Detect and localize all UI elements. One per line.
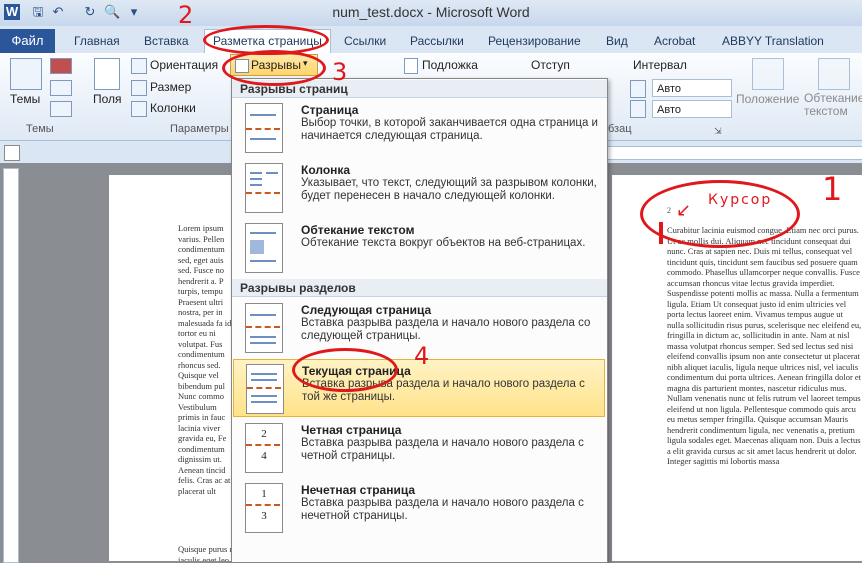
tab-insert[interactable]: Вставка: [136, 31, 197, 51]
tab-mailings[interactable]: Рассылки: [402, 31, 472, 51]
position-icon[interactable]: [752, 58, 784, 90]
menu-item-page-break[interactable]: Страница Выбор точки, в которой заканчив…: [233, 99, 605, 157]
spacing-after-input[interactable]: Авто: [652, 100, 732, 118]
columns-icon[interactable]: [131, 101, 147, 117]
watermark-button[interactable]: Подложка: [422, 58, 478, 72]
odd-page-icon: 13: [245, 483, 283, 533]
size-button[interactable]: Размер: [150, 80, 191, 94]
menu-item-title: Нечетная страница: [301, 483, 416, 497]
menu-item-column-break[interactable]: Колонка Указывает, что текст, следующий …: [233, 159, 605, 217]
page-break-icon: [245, 103, 283, 153]
wrap-text-icon[interactable]: [818, 58, 850, 90]
menu-item-desc: Вставка разрыва раздела и начало нового …: [301, 317, 591, 342]
margins-button[interactable]: Поля: [93, 92, 122, 106]
tab-references[interactable]: Ссылки: [336, 31, 394, 51]
themes-icon[interactable]: [10, 58, 42, 90]
annotation-oval-breaks: [222, 50, 326, 86]
menu-item-desc: Выбор точки, в которой заканчивается одн…: [301, 117, 598, 142]
annotation-number-4: 4: [414, 342, 430, 370]
columns-button[interactable]: Колонки: [150, 101, 196, 115]
themes-button[interactable]: Темы: [10, 92, 40, 106]
vertical-ruler[interactable]: [3, 168, 19, 563]
horizontal-ruler[interactable]: [600, 146, 862, 160]
tab-acrobat[interactable]: Acrobat: [646, 31, 703, 51]
theme-fonts-icon[interactable]: [50, 80, 72, 96]
watermark-icon[interactable]: [404, 58, 418, 74]
section-breaks-header: Разрывы разделов: [232, 279, 607, 297]
annotation-number-2: 2: [178, 1, 194, 29]
indent-label: Отступ: [531, 58, 570, 72]
spacing-before-input[interactable]: Авто: [652, 79, 732, 97]
annotation-number-3: 3: [332, 58, 348, 86]
tab-home[interactable]: Главная: [66, 31, 128, 51]
annotation-cursor-mark: [659, 222, 663, 244]
menu-item-desc: Обтекание текста вокруг объектов на веб-…: [301, 237, 586, 249]
tab-selector-icon[interactable]: [4, 145, 20, 161]
menu-item-even-page[interactable]: 24 Четная страница Вставка разрыва разде…: [233, 419, 605, 477]
orientation-icon[interactable]: [131, 58, 147, 74]
wrap-text-button[interactable]: Обтекание текстом: [804, 92, 862, 118]
page-setup-group-label: Параметры: [170, 123, 229, 135]
themes-group-label: Темы: [26, 123, 54, 135]
menu-item-title: Колонка: [301, 163, 351, 177]
dialog-launcher-icon[interactable]: ⇲: [714, 126, 722, 137]
menu-item-odd-page[interactable]: 13 Нечетная страница Вставка разрыва раз…: [233, 479, 605, 537]
menu-item-title: Страница: [301, 103, 359, 117]
menu-item-title: Следующая страница: [301, 303, 432, 317]
menu-item-desc: Вставка разрыва раздела и начало нового …: [301, 437, 584, 462]
annotation-arrow-icon: ↙: [676, 200, 692, 221]
annotation-oval-cursor: [640, 180, 800, 248]
tab-view[interactable]: Вид: [598, 31, 636, 51]
theme-effects-icon[interactable]: [50, 101, 72, 117]
tab-abbyy[interactable]: ABBYY Translation: [714, 31, 832, 51]
orientation-button[interactable]: Ориентация: [150, 58, 218, 72]
column-break-icon: [245, 163, 283, 213]
breaks-dropdown-menu: Разрывы страниц Страница Выбор точки, в …: [231, 78, 608, 563]
text-wrapping-icon: [245, 223, 283, 273]
spacing-after-icon: [630, 100, 646, 118]
menu-item-desc: Указывает, что текст, следующий за разры…: [301, 177, 597, 202]
margins-icon[interactable]: [94, 58, 120, 90]
annotation-oval-continuous: [292, 348, 398, 392]
right-page-text: Curabitur lacinia euismod congue. Etiam …: [667, 225, 862, 466]
theme-colors-icon[interactable]: [50, 58, 72, 74]
menu-item-desc: Вставка разрыва раздела и начало нового …: [301, 497, 584, 522]
size-icon[interactable]: [131, 80, 147, 96]
next-page-icon: [245, 303, 283, 353]
continuous-icon: [246, 364, 284, 414]
menu-item-title: Четная страница: [301, 423, 402, 437]
annotation-cursor-label: Курсор: [708, 192, 773, 208]
menu-item-title: Обтекание текстом: [301, 223, 415, 237]
spacing-before-icon: [630, 80, 646, 98]
annotation-number-1: 1: [822, 170, 843, 208]
menu-item-text-wrapping[interactable]: Обтекание текстом Обтекание текста вокру…: [233, 219, 605, 277]
tab-review[interactable]: Рецензирование: [480, 31, 589, 51]
paragraph-group-label: бзац: [608, 123, 632, 135]
tab-file[interactable]: Файл: [0, 29, 55, 53]
position-button[interactable]: Положение: [736, 92, 799, 106]
window-title: num_test.docx - Microsoft Word: [332, 4, 530, 20]
spacing-label: Интервал: [633, 58, 687, 72]
left-page-text: Lorem ipsum varius. Pellen condimentum s…: [178, 223, 232, 496]
even-page-icon: 24: [245, 423, 283, 473]
